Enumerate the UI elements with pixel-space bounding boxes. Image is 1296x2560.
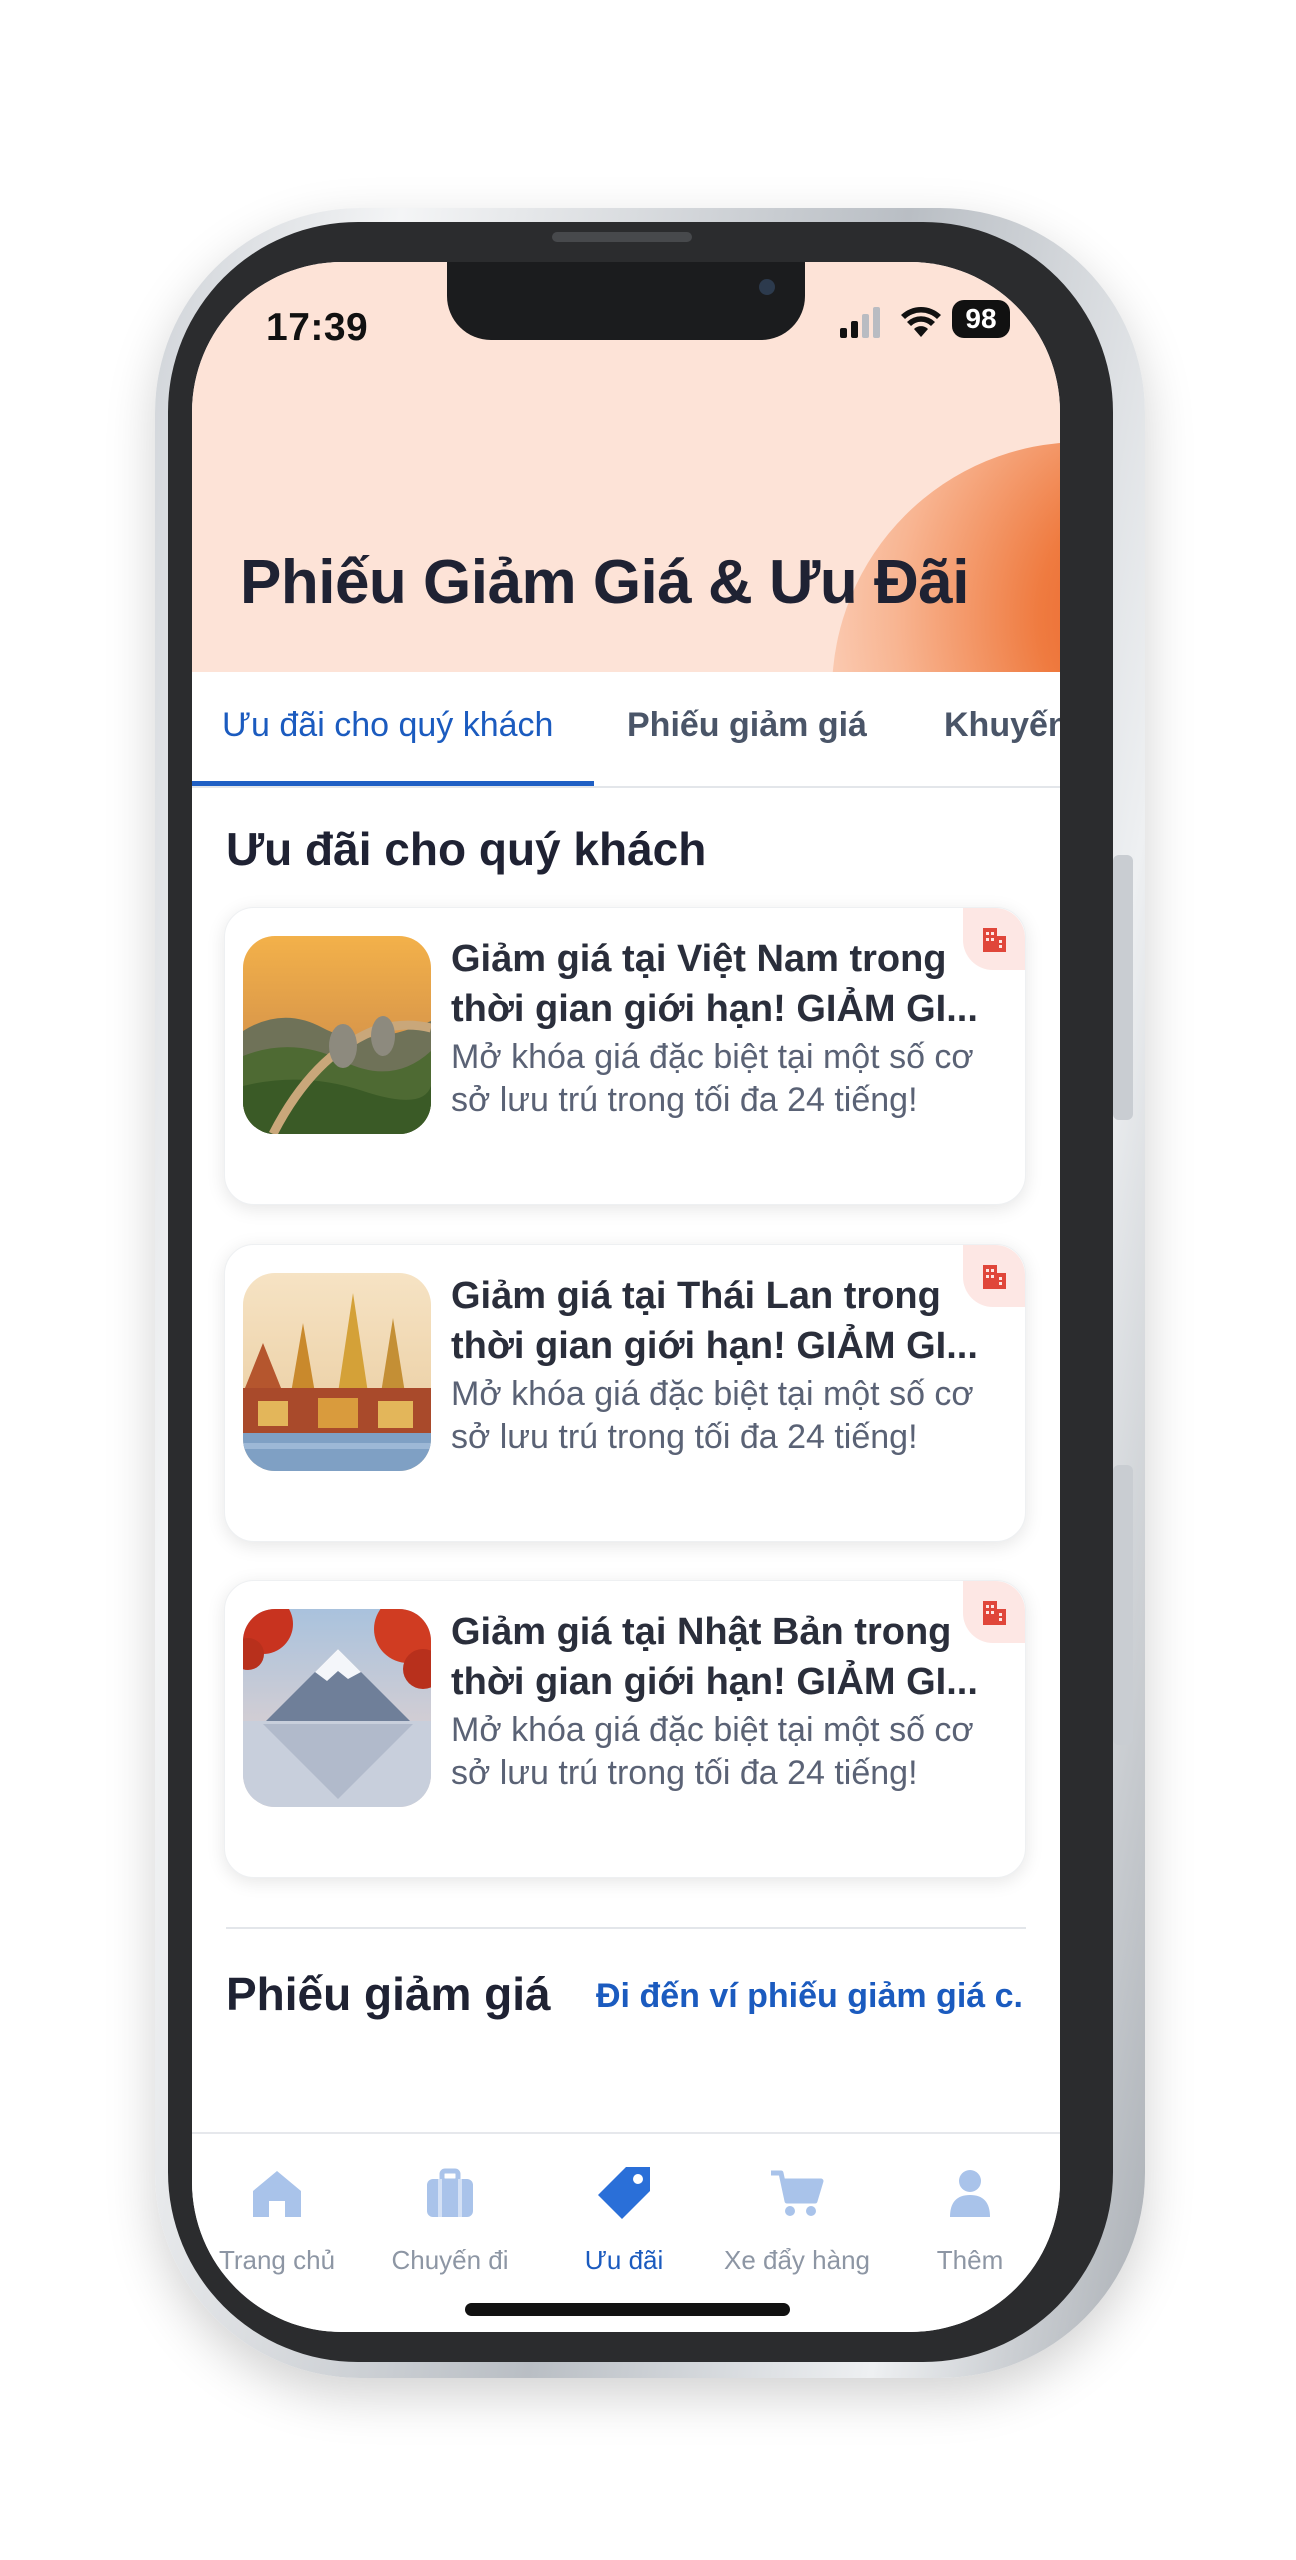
section-divider	[226, 1927, 1026, 1929]
page-title: Phiếu Giảm Giá & Ưu Đãi	[240, 548, 970, 617]
offer-image-vietnam	[243, 936, 431, 1134]
status-time: 17:39	[266, 306, 369, 349]
offer-title: Giảm giá tại Việt Nam trong thời gian gi…	[451, 938, 978, 1030]
battery-indicator: 98	[952, 300, 1010, 338]
bottom-navigation: Trang chủ Chuyến đi Ưu đãi Xe đẩy hàng T…	[192, 2132, 1060, 2332]
camera-icon	[759, 279, 775, 295]
suitcase-icon	[427, 2168, 473, 2217]
status-icons: 98	[840, 300, 1020, 346]
offer-badge	[963, 1245, 1025, 1307]
nav-label: Ưu đãi	[584, 2245, 664, 2275]
offer-description: Mở khóa giá đặc biệt tại một số cơ sở lư…	[451, 1375, 974, 1456]
side-button	[1113, 855, 1133, 1120]
nav-home[interactable]: Trang chủ	[192, 2159, 362, 2276]
offer-image-japan	[243, 1609, 431, 1807]
cart-icon	[771, 2170, 824, 2216]
tab-vouchers[interactable]: Phiếu giảm giá	[627, 706, 867, 745]
hotel-icon	[983, 1265, 1006, 1289]
hero-header: 17:39 98 Phiếu Giảm Giá & Ưu Đãi	[192, 262, 1060, 672]
tag-icon	[598, 2167, 650, 2219]
signal-icon	[840, 307, 880, 338]
side-button	[1113, 1465, 1133, 1745]
app-screen: 17:39 98 Phiếu Giảm Giá & Ưu Đãi Ưu đãi …	[192, 262, 1060, 2332]
notch	[447, 262, 805, 340]
nav-label: Trang chủ	[218, 2245, 336, 2275]
section-title-offers: Ưu đãi cho quý khách	[226, 823, 707, 875]
offer-title: Giảm giá tại Thái Lan trong thời gian gi…	[451, 1275, 978, 1367]
earpiece-speaker	[552, 232, 692, 242]
nav-label: Chuyến đi	[391, 2245, 509, 2275]
user-icon	[950, 2170, 990, 2217]
phone-mockup: 17:39 98 Phiếu Giảm Giá & Ưu Đãi Ưu đãi …	[0, 0, 1296, 2560]
active-tab-indicator	[192, 781, 594, 786]
offer-badge	[963, 1581, 1025, 1643]
offer-card[interactable]: Giảm giá tại Nhật Bản trong thời gian gi…	[224, 1580, 1026, 1878]
section-title-vouchers: Phiếu giảm giá	[226, 1968, 551, 2020]
nav-more[interactable]: Thêm	[885, 2159, 1055, 2276]
home-icon	[253, 2171, 301, 2217]
home-indicator[interactable]	[465, 2303, 790, 2316]
voucher-wallet-link[interactable]: Đi đến ví phiếu giảm giá c...	[596, 1977, 1024, 2016]
offer-image-thailand	[243, 1273, 431, 1471]
tab-offers-for-you[interactable]: Ưu đãi cho quý khách	[222, 706, 553, 745]
offer-badge	[963, 908, 1025, 970]
tab-promotions[interactable]: Khuyến	[944, 706, 1060, 745]
tab-bar: Ưu đãi cho quý khách Phiếu giảm giá Khuy…	[192, 672, 1060, 788]
nav-offers[interactable]: Ưu đãi	[539, 2159, 709, 2276]
offer-description: Mở khóa giá đặc biệt tại một số cơ sở lư…	[451, 1038, 974, 1119]
offer-card[interactable]: Giảm giá tại Thái Lan trong thời gian gi…	[224, 1244, 1026, 1542]
offer-title: Giảm giá tại Nhật Bản trong thời gian gi…	[451, 1611, 978, 1703]
nav-trips[interactable]: Chuyến đi	[365, 2159, 535, 2276]
offer-description: Mở khóa giá đặc biệt tại một số cơ sở lư…	[451, 1711, 974, 1792]
offer-card[interactable]: Giảm giá tại Việt Nam trong thời gian gi…	[224, 907, 1026, 1205]
nav-label: Xe đẩy hàng	[723, 2245, 870, 2275]
hotel-icon	[983, 1601, 1006, 1625]
hotel-icon	[983, 928, 1006, 952]
nav-label: Thêm	[936, 2245, 1004, 2275]
nav-cart[interactable]: Xe đẩy hàng	[712, 2159, 882, 2276]
wifi-icon	[901, 307, 941, 337]
